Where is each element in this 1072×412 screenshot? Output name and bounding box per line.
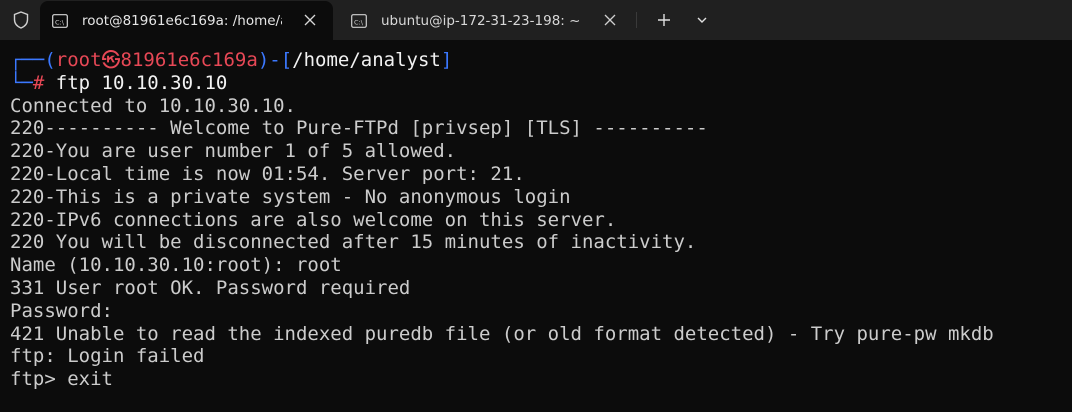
tab-separator <box>636 12 637 28</box>
svg-text:C:\: C:\ <box>354 18 364 26</box>
shield-icon[interactable] <box>10 9 32 31</box>
output-line: 220-You are user number 1 of 5 allowed. <box>10 140 457 163</box>
prompt-path: /home/analyst <box>292 49 441 71</box>
chevron-down-icon <box>697 17 707 23</box>
command-line: └─# ftp 10.10.30.10 <box>10 72 1072 95</box>
prompt-corner-top: ┌──( <box>10 49 56 71</box>
tab-dropdown-button[interactable] <box>690 8 714 32</box>
tab-bar: C:\ root@81961e6c169a: /home/a C:\ ubunt… <box>0 0 1072 40</box>
tab-ubuntu-terminal[interactable]: C:\ ubuntu@ip-172-31-23-198: ~ <box>339 1 633 40</box>
output-line: ftp> exit <box>10 368 113 391</box>
prompt-host: 81961e6c169a <box>120 49 258 71</box>
output-line: 220 You will be disconnected after 15 mi… <box>10 231 697 254</box>
tab-title: root@81961e6c169a: /home/a <box>82 12 282 29</box>
svg-text:C:\: C:\ <box>55 18 65 26</box>
output-line: 220-Local time is now 01:54. Server port… <box>10 162 525 185</box>
output-line: 220-IPv6 connections are also welcome on… <box>10 208 617 231</box>
command-text: ftp 10.10.30.10 <box>44 71 228 94</box>
plus-icon <box>658 14 670 26</box>
output-line: Connected to 10.10.30.10. <box>10 94 296 117</box>
terminal-icon: C:\ <box>351 13 367 28</box>
prompt-at-symbol: ㉿ <box>101 49 121 71</box>
output-line: 220-This is a private system - No anonym… <box>10 185 571 208</box>
new-tab-button[interactable] <box>652 8 676 32</box>
close-icon[interactable] <box>301 11 319 29</box>
output-line: Name (10.10.30.10:root): root <box>10 254 342 277</box>
terminal-output[interactable]: ┌──(root㉿81961e6c169a)-[/home/analyst] └… <box>0 40 1072 412</box>
tab-title: ubuntu@ip-172-31-23-198: ~ <box>381 12 581 29</box>
prompt-mid: )-[ <box>257 49 293 71</box>
terminal-icon: C:\ <box>52 13 68 28</box>
tab-root-terminal[interactable]: C:\ root@81961e6c169a: /home/a <box>40 1 333 40</box>
prompt-hash: # <box>32 71 45 94</box>
output-line: 220---------- Welcome to Pure-FTPd [priv… <box>10 117 708 140</box>
output-line: 421 Unable to read the indexed puredb fi… <box>10 322 994 345</box>
close-icon[interactable] <box>601 11 619 29</box>
prompt-end: ] <box>440 49 453 71</box>
prompt-user: root <box>55 49 102 71</box>
prompt-corner-bottom: └─ <box>10 71 33 94</box>
output-line: ftp: Login failed <box>10 345 205 368</box>
output-line: 331 User root OK. Password required <box>10 276 411 299</box>
output-line: Password: <box>10 299 113 322</box>
prompt-line: ┌──(root㉿81961e6c169a)-[/home/analyst] <box>10 49 1072 72</box>
